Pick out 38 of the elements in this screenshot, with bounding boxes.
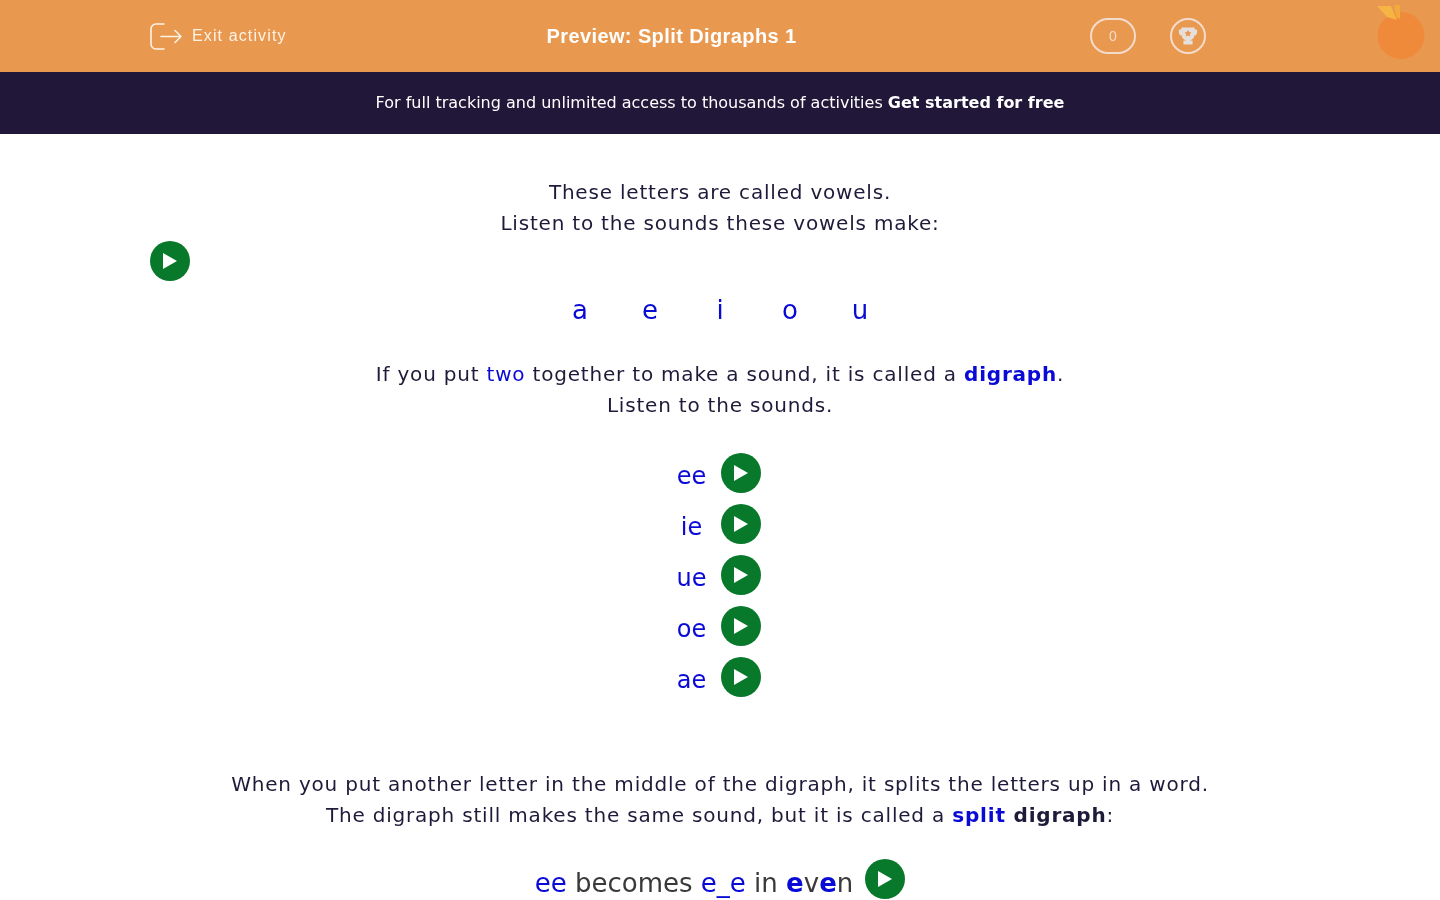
vowel-letter: o: [781, 294, 799, 327]
promo-banner-text: For full tracking and unlimited access to thousands of activities Get started for free: [375, 92, 1065, 114]
play-icon: [732, 617, 749, 635]
vowel-letter: e: [641, 294, 659, 327]
play-icon: [732, 566, 749, 584]
score-counter: 0: [1090, 18, 1136, 54]
trophy-icon: [1178, 26, 1198, 46]
play-button[interactable]: [720, 453, 761, 493]
instruction-text: These letters are called vowels.: [548, 179, 892, 206]
digraph-label: ue: [675, 563, 708, 594]
instruction-text: When you put another letter in the middle of the digraph, it splits the letters up in a word.: [231, 771, 1209, 798]
digraph-label: ee: [675, 461, 708, 492]
get-started-link[interactable]: Get started for free: [887, 93, 1065, 112]
play-button[interactable]: [865, 859, 906, 899]
instruction-text: The digraph still makes the same sound, but it is called a split digraph:: [325, 802, 1115, 829]
play-icon: [877, 870, 894, 888]
vowel-letter: u: [850, 294, 870, 327]
play-button[interactable]: [720, 555, 761, 595]
play-icon: [162, 252, 178, 270]
digraph-label: oe: [675, 614, 708, 645]
play-icon: [732, 668, 749, 686]
play-button[interactable]: [720, 606, 761, 646]
fruit-logo: [1377, 5, 1425, 59]
vowel-letter: a: [571, 294, 589, 327]
play-button[interactable]: [720, 504, 761, 544]
digraph-label: ae: [675, 665, 708, 696]
instruction-text: Listen to the sounds these vowels make:: [500, 210, 940, 237]
activity-title: Preview: Split Digraphs 1: [546, 24, 797, 49]
digraph-label: ie: [679, 512, 704, 543]
play-icon: [732, 464, 749, 482]
play-button[interactable]: [150, 241, 190, 281]
instruction-text: If you put two together to make a sound, it is called a digraph.: [375, 361, 1065, 388]
instruction-text: Listen to the sounds.: [606, 392, 834, 419]
example-text: ee becomes e_e in even: [534, 867, 854, 900]
vowel-letter: i: [715, 294, 725, 327]
exit-icon: [150, 22, 182, 50]
play-button[interactable]: [720, 657, 761, 697]
play-icon: [732, 515, 749, 533]
